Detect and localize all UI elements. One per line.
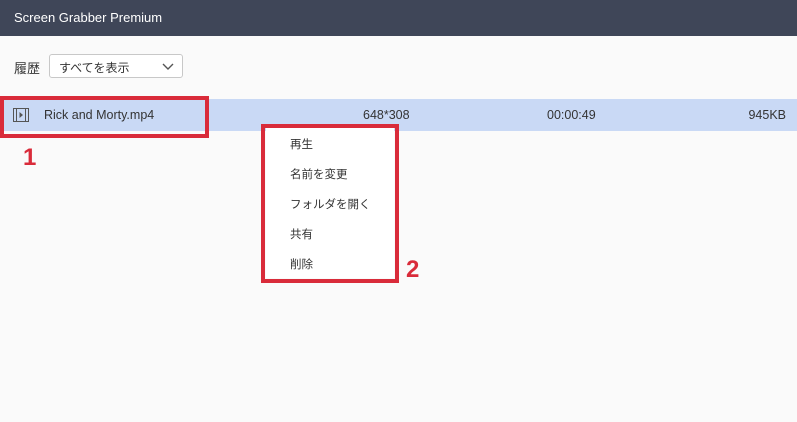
step-number-2: 2 [406,256,420,283]
step-number-1: 1 [23,144,37,171]
recording-resolution: 648*308 [363,108,410,122]
recording-size: 945KB [748,108,786,122]
highlight-box-step-2 [261,124,399,283]
recording-duration: 00:00:49 [547,108,596,122]
chevron-down-icon [162,63,174,70]
title-bar: Screen Grabber Premium [0,0,797,36]
history-filter-value: すべてを表示 [59,61,130,75]
app-title: Screen Grabber Premium [14,10,163,25]
history-label: 履歴 [14,62,41,77]
history-filter-select[interactable]: すべてを表示 [49,54,183,78]
highlight-box-step-1 [0,96,209,138]
